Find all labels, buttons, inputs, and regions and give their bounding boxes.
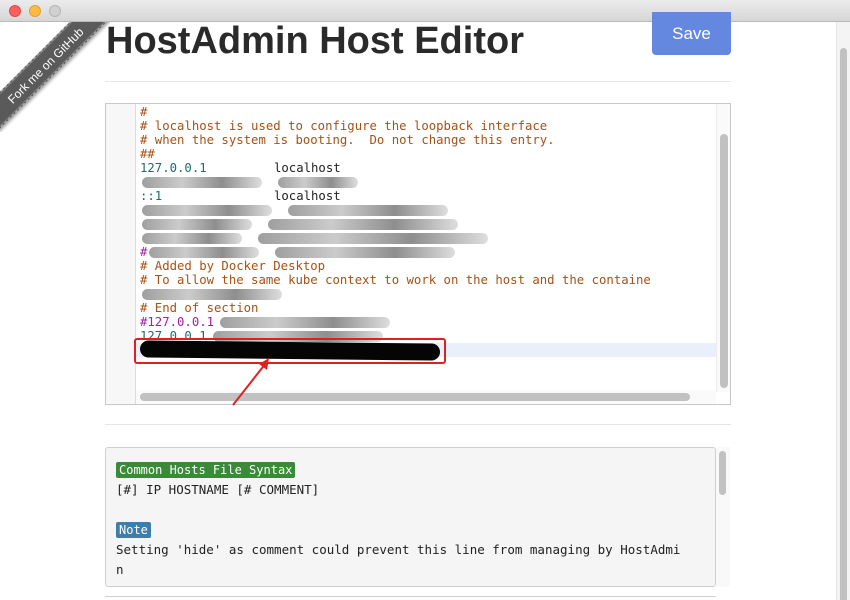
empty-line: [136, 371, 140, 385]
ip-address: #127.0.0.1: [140, 315, 215, 329]
next-panel-edge: [105, 596, 716, 600]
redaction-blur: [288, 205, 448, 216]
hostname: localhost: [274, 189, 341, 203]
editor-line[interactable]: 18#127.0.0.1: [136, 315, 716, 329]
fork-ribbon[interactable]: Fork me on GitHub: [0, 22, 110, 132]
editor-line[interactable]: 22: [136, 371, 716, 385]
editor-horizontal-thumb[interactable]: [140, 393, 690, 401]
highlight-box: [134, 338, 446, 364]
note-text-line2: n: [116, 562, 124, 577]
redacted-entry: [136, 203, 448, 217]
annotation-arrow-icon: [232, 358, 269, 406]
ip-address: ::1: [140, 189, 163, 203]
help-scrollbar-thumb[interactable]: [719, 451, 726, 495]
editor-horizontal-scrollbar[interactable]: [136, 390, 716, 404]
redaction-blur: [278, 177, 358, 188]
redaction-blur: [142, 205, 272, 216]
comment-text: # localhost is used to configure the loo…: [140, 119, 548, 133]
divider: [105, 424, 731, 425]
window-maximize-icon[interactable]: [49, 5, 61, 17]
redaction-blur: [142, 177, 262, 188]
editor-line[interactable]: 12: [136, 231, 716, 245]
editor-line[interactable]: 15# To allow the same kube context to wo…: [136, 273, 716, 287]
window-close-icon[interactable]: [9, 5, 21, 17]
editor-line[interactable]: 9::1localhost: [136, 189, 716, 203]
divider: [105, 81, 731, 82]
redacted-entry: #127.0.0.1: [136, 315, 391, 329]
page-title: HostAdmin Host Editor: [106, 20, 524, 62]
editor-line[interactable]: 17# End of section: [136, 301, 716, 315]
ip-address: 127.0.0.1: [140, 161, 207, 175]
comment-text: #: [140, 105, 148, 119]
editor-line[interactable]: 14# Added by Docker Desktop: [136, 259, 716, 273]
comment-text: # To allow the same kube context to work…: [140, 273, 651, 287]
editor-line[interactable]: 4# localhost is used to configure the lo…: [136, 119, 716, 133]
redaction-blur: [220, 317, 391, 328]
redacted-entry: [136, 217, 458, 231]
editor-line[interactable]: 11: [136, 217, 716, 231]
hostname: localhost: [274, 161, 341, 175]
redaction-blur: [268, 219, 458, 230]
editor-line[interactable]: 13#: [136, 245, 716, 259]
editor-vertical-thumb[interactable]: [720, 134, 728, 388]
redaction-blur: [149, 247, 260, 258]
syntax-tag: Common Hosts File Syntax: [116, 462, 296, 478]
save-button[interactable]: Save: [652, 12, 731, 55]
syntax-text: [#] IP HOSTNAME [# COMMENT]: [116, 482, 320, 497]
syntax-help-panel: Common Hosts File Syntax [#] IP HOSTNAME…: [105, 447, 716, 587]
comment-text: # End of section: [140, 301, 259, 315]
host-entry: ::1 localhost: [136, 189, 341, 203]
redacted-entry: [136, 231, 488, 245]
editor-line[interactable]: 8: [136, 175, 716, 189]
help-scrollbar[interactable]: [716, 447, 730, 587]
note-tag: Note: [116, 522, 151, 538]
comment-text: # when the system is booting. Do not cha…: [140, 133, 555, 147]
page-scrollbar-thumb[interactable]: [840, 48, 847, 600]
editor-line[interactable]: 7127.0.0.1localhost: [136, 161, 716, 175]
window-minimize-icon[interactable]: [29, 5, 41, 17]
editor-line[interactable]: 16: [136, 287, 716, 301]
editor-vertical-scrollbar[interactable]: [716, 104, 730, 392]
editor-line[interactable]: 3#: [136, 105, 716, 119]
comment-text: ##: [140, 147, 155, 161]
page-scrollbar[interactable]: [836, 22, 850, 600]
redacted-entry: [136, 175, 358, 189]
fork-ribbon-label[interactable]: Fork me on GitHub: [0, 22, 110, 132]
hash-mark: #: [140, 245, 148, 259]
editor-line[interactable]: 10: [136, 203, 716, 217]
host-entry: 127.0.0.1 localhost: [136, 161, 341, 175]
comment-text: # Added by Docker Desktop: [140, 259, 326, 273]
note-text-line1: Setting 'hide' as comment could prevent …: [116, 542, 681, 557]
redaction-blur: [142, 289, 282, 300]
redaction-blur: [275, 247, 456, 258]
editor-line[interactable]: 6##: [136, 147, 716, 161]
redaction-blur: [142, 233, 242, 244]
redaction-blur: [258, 233, 488, 244]
redacted-entry: #: [136, 245, 456, 259]
redaction-blur: [142, 219, 252, 230]
line-number-gutter: [106, 104, 136, 404]
redacted-entry: [136, 287, 282, 301]
editor-line[interactable]: 5# when the system is booting. Do not ch…: [136, 133, 716, 147]
